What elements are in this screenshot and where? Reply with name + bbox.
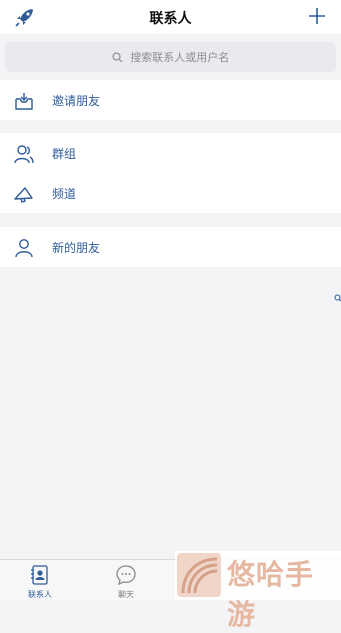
tab-label: 聊天 (118, 590, 134, 599)
person-icon (13, 237, 35, 259)
list-item-label: 新的朋友 (52, 241, 101, 255)
list-item-label: 频道 (52, 187, 77, 201)
invite-inbox-icon (13, 90, 35, 112)
watermark: 悠哈手游 (175, 551, 341, 631)
megaphone-icon (13, 183, 35, 205)
chat-bubble-icon (115, 564, 137, 586)
search-input[interactable]: 搜索联系人或用户名 (5, 42, 336, 72)
list-item-groups[interactable]: 群组 (0, 133, 341, 173)
list-item-label: 邀请朋友 (52, 94, 101, 108)
plus-icon[interactable] (307, 6, 327, 26)
section-new-friends: 新的朋友 (0, 227, 341, 267)
search-bar-container: 搜索联系人或用户名 (0, 34, 341, 80)
section-invite: 邀请朋友 (0, 80, 341, 120)
tab-contacts[interactable]: 联系人 (10, 564, 70, 600)
page-title: 联系人 (149, 11, 192, 27)
search-icon (112, 51, 131, 64)
list-item-invite-friends[interactable]: 邀请朋友 (0, 80, 341, 120)
watermark-logo-icon (177, 553, 221, 597)
watermark-text: 悠哈手游 (227, 558, 315, 631)
nav-bar: 联系人 (0, 0, 341, 34)
search-placeholder-row: 搜索联系人或用户名 (5, 49, 336, 65)
group-people-icon (13, 143, 35, 165)
tab-chat[interactable]: 聊天 (96, 564, 156, 600)
list-item-new-friends[interactable]: 新的朋友 (0, 227, 341, 267)
section-groups-channels: 群组 频道 (0, 133, 341, 213)
list-item-channels[interactable]: 频道 (0, 173, 341, 213)
list-item-label: 群组 (52, 147, 77, 161)
tab-label: 联系人 (28, 590, 52, 599)
search-placeholder: 搜索联系人或用户名 (130, 51, 230, 64)
contacts-icon (29, 564, 51, 586)
side-search-icon[interactable] (334, 287, 341, 302)
